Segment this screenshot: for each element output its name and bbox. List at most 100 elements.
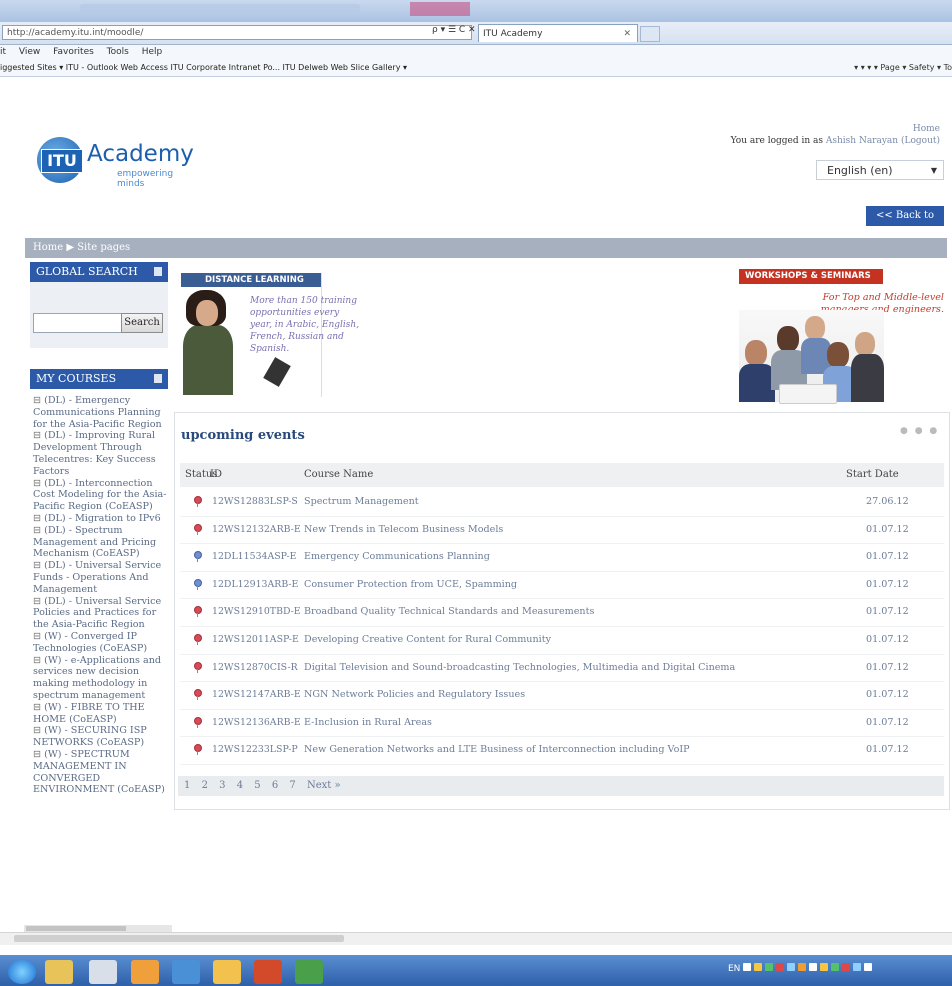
address-controls[interactable]: ρ ▾ ☰ C ✕ [432, 25, 476, 35]
page-link[interactable]: 2 [202, 780, 208, 791]
course-item[interactable]: ⊟ (DL) - Universal Service Policies and … [33, 596, 167, 631]
event-course-link[interactable]: Emergency Communications Planning [304, 543, 490, 570]
status-pin-icon [194, 606, 202, 618]
event-row[interactable]: 12WS12883LSP-S Spectrum Management 27.06.1… [180, 488, 944, 517]
event-course-link[interactable]: Broadband Quality Technical Standards an… [304, 598, 594, 625]
favorites-bar[interactable]: iggested Sites ▾ ITU - Outlook Web Acces… [0, 60, 952, 77]
search-button[interactable]: Search [121, 313, 163, 333]
event-start-date: 27.06.12 [866, 496, 909, 507]
course-item[interactable]: ⊟ (W) - SPECTRUM MANAGEMENT IN CONVERGED… [33, 749, 167, 796]
user-link[interactable]: Ashish Narayan [826, 136, 898, 146]
event-row[interactable]: 12WS12910TBD-E Broadband Quality Technica… [180, 598, 944, 627]
event-course-link[interactable]: Developing Creative Content for Rural Co… [304, 626, 551, 653]
course-item[interactable]: ⊟ (W) - SECURING ISP NETWORKS (CoEASP) [33, 725, 167, 749]
page-link[interactable]: 7 [289, 780, 295, 791]
page-link[interactable]: 4 [237, 780, 243, 791]
outlook-icon[interactable] [213, 960, 241, 984]
breadcrumb[interactable]: Home ▶ Site pages [25, 238, 947, 258]
start-button-icon[interactable] [8, 960, 36, 984]
collapse-icon[interactable] [154, 267, 162, 276]
page-link[interactable]: 1 [184, 780, 190, 791]
event-course-link[interactable]: New Trends in Telecom Business Models [304, 516, 503, 543]
collapse-icon[interactable] [154, 374, 162, 383]
menu-item-file[interactable]: it [0, 47, 6, 57]
horizontal-scrollbar[interactable] [0, 932, 952, 945]
course-item[interactable]: ⊟ (W) - FIBRE TO THE HOME (CoEASP) [33, 702, 167, 726]
workshops-title[interactable]: WORKSHOPS & SEMINARS [739, 269, 883, 284]
logo-tagline: empowering minds [117, 169, 174, 189]
home-link[interactable]: Home [913, 124, 940, 134]
communicator-icon[interactable] [172, 960, 200, 984]
course-list: ⊟ (DL) - Emergency Communications Planni… [33, 395, 167, 796]
sidebar-scroll-thumb[interactable] [26, 926, 126, 931]
event-row[interactable]: 12WS12233LSP-P New Generation Networks an… [180, 736, 944, 765]
sidebar-scrollbar[interactable] [24, 925, 172, 932]
workshops-photo[interactable] [739, 310, 884, 404]
event-start-date: 01.07.12 [866, 716, 909, 728]
event-row[interactable]: 12DL11534ASP-E Emergency Communications P… [180, 543, 944, 572]
course-item[interactable]: ⊟ (DL) - Interconnection Cost Modeling f… [33, 478, 167, 513]
distance-learning-title[interactable]: DISTANCE LEARNING [181, 273, 321, 287]
event-row[interactable]: 12WS12147ARB-E NGN Network Policies and R… [180, 681, 944, 710]
event-row[interactable]: 12WS12132ARB-E New Trends in Telecom Busi… [180, 516, 944, 545]
page-link[interactable]: 5 [254, 780, 260, 791]
global-search-title: GLOBAL SEARCH [36, 265, 138, 278]
event-course-link[interactable]: Digital Television and Sound-broadcastin… [304, 654, 735, 681]
tray-language[interactable]: EN [728, 964, 740, 974]
menu-item-favorites[interactable]: Favorites [53, 47, 94, 57]
col-course-name[interactable]: Course Name [304, 463, 373, 487]
menu-item-tools[interactable]: Tools [107, 47, 129, 57]
course-item[interactable]: ⊟ (W) - Converged IP Technologies (CoEAS… [33, 631, 167, 655]
excel-icon[interactable] [295, 960, 323, 984]
address-bar[interactable]: http://academy.itu.int/moodle/ [2, 25, 472, 40]
language-select[interactable]: English (en) ▼ [816, 160, 944, 180]
logout-link[interactable]: (Logout) [901, 136, 940, 146]
event-row[interactable]: 12DL12913ARB-E Consumer Protection from U… [180, 571, 944, 600]
command-bar[interactable]: ▾ ▾ ▾ ▾ Page ▾ Safety ▾ To [854, 60, 952, 76]
menu-item-help[interactable]: Help [142, 47, 163, 57]
carousel-dots[interactable]: ● ● ● [900, 426, 939, 436]
media-player-icon[interactable] [131, 960, 159, 984]
browser-tab[interactable]: ITU Academy ✕ [478, 24, 638, 42]
course-item[interactable]: ⊟ (DL) - Migration to IPv6 [33, 513, 167, 525]
event-course-link[interactable]: E-Inclusion in Rural Areas [304, 709, 432, 736]
col-id[interactable]: ID [210, 463, 222, 487]
event-start-date: 01.07.12 [866, 578, 909, 590]
event-course-link[interactable]: Consumer Protection from UCE, Spamming [304, 571, 517, 598]
event-course-link[interactable]: Spectrum Management [304, 488, 419, 515]
event-start-date: 01.07.12 [866, 744, 909, 756]
page-link[interactable]: 3 [219, 780, 225, 791]
page-link[interactable]: 6 [272, 780, 278, 791]
student-illustration-face [196, 300, 218, 326]
event-course-link[interactable]: New Generation Networks and LTE Business… [304, 736, 690, 763]
event-course-link[interactable]: NGN Network Policies and Regulatory Issu… [304, 681, 525, 708]
course-item[interactable]: ⊟ (DL) - Emergency Communications Planni… [33, 395, 167, 430]
scroll-thumb[interactable] [14, 935, 344, 942]
status-pin-icon [194, 551, 202, 563]
event-row[interactable]: 12WS12011ASP-E Developing Creative Conten… [180, 626, 944, 655]
status-pin-icon [194, 661, 202, 673]
event-start-date: 01.07.12 [866, 606, 909, 618]
itu-academy-logo[interactable]: ITU Academy empowering minds [37, 137, 194, 189]
course-item[interactable]: ⊟ (DL) - Improving Rural Development Thr… [33, 430, 167, 477]
status-pin-icon [194, 578, 202, 590]
powerpoint-icon[interactable] [254, 960, 282, 984]
system-tray[interactable]: EN [728, 963, 875, 979]
search-input[interactable] [33, 313, 125, 333]
explorer-folder-icon[interactable] [89, 960, 117, 984]
event-id: 12WS12132ARB-E [212, 523, 301, 535]
event-row[interactable]: 12WS12870CIS-R Digital Television and Sou… [180, 654, 944, 683]
event-start-date: 01.07.12 [866, 661, 909, 673]
event-row[interactable]: 12WS12136ARB-E E-Inclusion in Rural Areas… [180, 709, 944, 738]
col-start-date[interactable]: Start Date [846, 463, 899, 487]
internet-explorer-icon[interactable] [45, 960, 73, 984]
tab-close-icon[interactable]: ✕ [623, 25, 631, 43]
back-to-home-button[interactable]: << Back to Home [866, 206, 944, 241]
next-page-link[interactable]: Next » [307, 780, 341, 791]
course-item[interactable]: ⊟ (DL) - Spectrum Management and Pricing… [33, 525, 167, 560]
course-item[interactable]: ⊟ (W) - e-Applications and services new … [33, 655, 167, 702]
event-id: 12WS12870CIS-R [212, 661, 298, 673]
new-tab-button[interactable] [640, 26, 660, 42]
menu-item-view[interactable]: View [19, 47, 40, 57]
course-item[interactable]: ⊟ (DL) - Universal Service Funds - Opera… [33, 560, 167, 595]
